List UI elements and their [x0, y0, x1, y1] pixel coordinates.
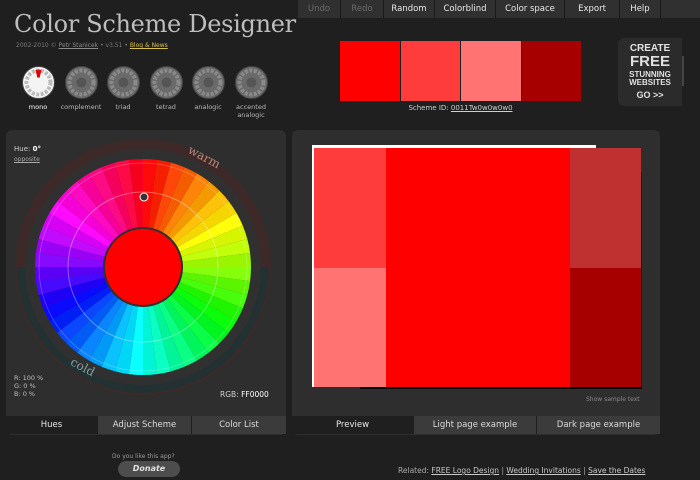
rgb-r: R: 100 % — [14, 374, 44, 382]
center-color — [105, 229, 181, 305]
rgb-hex: RGB: FF0000 — [220, 390, 269, 399]
separator: | — [501, 466, 504, 475]
scheme-id: Scheme ID: 0011Tw0w0w0w0 — [340, 104, 581, 112]
scheme-preview — [312, 145, 642, 389]
top-menu: Undo Redo Random Colorblind Color space … — [298, 0, 700, 18]
rgb-b: B: 0 % — [14, 390, 36, 398]
preview-primary-block — [386, 148, 570, 387]
related-link-logo-design[interactable]: FREE Logo Design — [431, 466, 499, 475]
ad-line: FREE — [629, 53, 670, 70]
rgb-g: G: 0 % — [14, 382, 36, 390]
swatch-primary[interactable] — [340, 41, 400, 101]
hue-handle[interactable] — [139, 192, 149, 202]
ad-banner[interactable]: CREATE FREE STUNNING WEBSITES GO >> — [618, 38, 682, 106]
hue-readout: Hue: 0° — [14, 145, 41, 153]
credits: 2002-2010 © Petr Stanicek • v3.51 • Blog… — [16, 42, 168, 49]
preview-darker-block — [570, 268, 641, 387]
analogic-icon — [191, 66, 225, 99]
hue-value: 0° — [32, 145, 41, 153]
undo-button[interactable]: Undo — [298, 0, 341, 18]
rgb-hex-value: FF0000 — [241, 390, 269, 399]
separator: | — [583, 466, 586, 475]
show-sample-text-link[interactable]: Show sample text — [586, 396, 640, 403]
redo-button[interactable]: Redo — [341, 0, 384, 18]
scheme-swatches — [340, 41, 581, 101]
scheme-id-label: Scheme ID: — [408, 104, 449, 112]
color-space-button[interactable]: Color space — [496, 0, 565, 18]
donate-question: Do you like this app? — [112, 453, 175, 460]
accented-analogic-icon — [234, 66, 268, 99]
copyright-text: 2002-2010 © — [16, 42, 57, 49]
tetrad-icon — [149, 66, 183, 99]
right-tabs: Preview Light page example Dark page exa… — [292, 416, 660, 434]
rgb-percentages: R: 100 % G: 0 % B: 0 % — [14, 374, 43, 398]
related-links: Related: FREE Logo Design | Wedding Invi… — [398, 466, 645, 475]
tab-adjust-scheme[interactable]: Adjust Scheme — [98, 416, 192, 434]
ad-go-link: GO >> — [636, 90, 664, 100]
complement-icon — [64, 66, 98, 99]
donate-button[interactable]: Donate — [118, 461, 180, 477]
preview-lighter-block — [314, 268, 386, 387]
hue-label: Hue: — [14, 145, 31, 153]
export-button[interactable]: Export — [565, 0, 620, 18]
tab-preview[interactable]: Preview — [292, 416, 414, 434]
help-button[interactable]: Help — [620, 0, 661, 18]
related-link-wedding-invitations[interactable]: Wedding Invitations — [506, 466, 580, 475]
preview-dark-block — [570, 148, 641, 268]
color-wheel[interactable] — [14, 138, 272, 396]
tab-light-page-example[interactable]: Light page example — [414, 416, 537, 434]
rgb-hex-label: RGB: — [220, 390, 239, 399]
related-link-save-the-dates[interactable]: Save the Dates — [588, 466, 645, 475]
scheme-id-link[interactable]: 0011Tw0w0w0w0 — [451, 104, 513, 112]
app-title: Color Scheme Designer — [14, 10, 296, 38]
scheme-type-accented-analogic[interactable]: accented analogic — [223, 66, 279, 119]
version-text: • v3.51 • — [100, 42, 128, 49]
triad-icon — [106, 66, 140, 99]
opposite-link[interactable]: opposite — [14, 156, 40, 163]
tab-dark-page-example[interactable]: Dark page example — [537, 416, 660, 434]
random-button[interactable]: Random — [384, 0, 435, 18]
tab-hues[interactable]: Hues — [6, 416, 98, 434]
tab-color-list[interactable]: Color List — [192, 416, 286, 434]
author-link[interactable]: Petr Stanicek — [59, 42, 99, 49]
left-tabs: Hues Adjust Scheme Color List — [6, 416, 286, 434]
swatch-lighter[interactable] — [461, 41, 521, 101]
scheme-type-label: accented analogic — [236, 103, 266, 119]
colorblind-button[interactable]: Colorblind — [435, 0, 496, 18]
swatch-light[interactable] — [400, 41, 460, 101]
preview-light-block — [314, 148, 386, 268]
swatch-dark[interactable] — [521, 41, 581, 101]
related-label: Related: — [398, 466, 430, 475]
mono-icon — [21, 66, 55, 99]
ad-line: WEBSITES — [629, 78, 671, 87]
blog-news-link[interactable]: Blog & News — [130, 42, 168, 49]
